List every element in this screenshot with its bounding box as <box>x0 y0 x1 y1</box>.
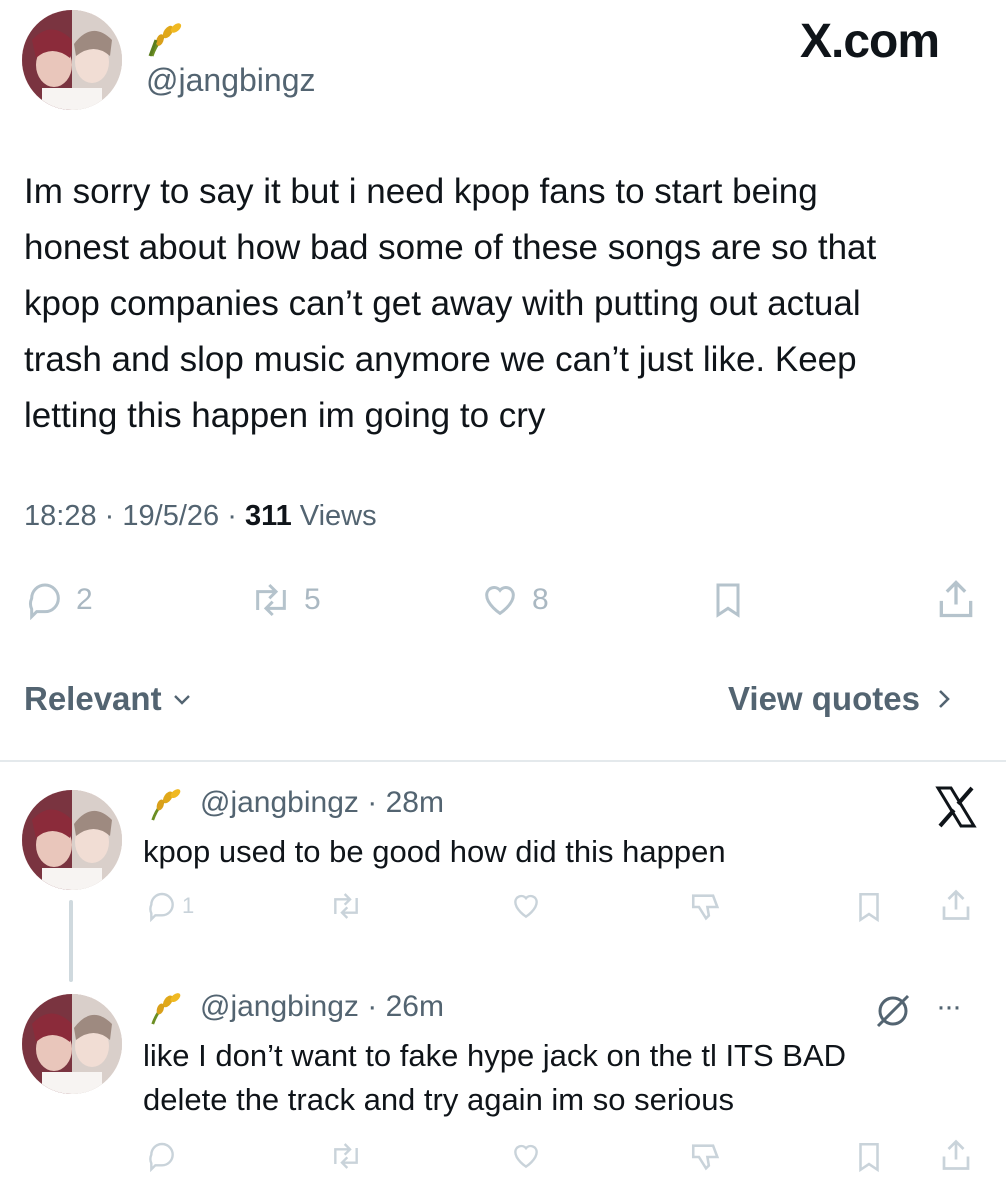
share-icon <box>939 580 973 618</box>
grok-icon[interactable] <box>874 992 912 1030</box>
reply-line: like I don’t want to fake hype jack on t… <box>143 1038 847 1073</box>
wheat-emoji-icon <box>146 990 186 1026</box>
repost-icon <box>248 580 294 620</box>
share-icon <box>942 1139 970 1170</box>
reply-time[interactable]: 28m <box>386 786 444 819</box>
repost-button[interactable] <box>328 1140 364 1172</box>
tweet-line: kpop companies can’t get away with putti… <box>24 284 861 323</box>
like-button[interactable]: 8 <box>478 580 549 620</box>
separator: · <box>367 990 378 1023</box>
reply-icon <box>149 1142 174 1172</box>
views-label: Views <box>299 500 377 532</box>
tweet-line: honest about how bad some of these songs… <box>24 228 877 267</box>
heart-icon <box>514 894 538 919</box>
reply-avatar[interactable] <box>22 994 122 1094</box>
tweet-text: Im sorry to say it but i need kpop fans … <box>24 164 994 444</box>
reply-text: kpop used to be good how did this happen <box>143 834 726 869</box>
share-button[interactable] <box>938 1136 974 1174</box>
sort-dropdown[interactable]: Relevant <box>24 680 194 718</box>
reply-icon <box>146 890 178 922</box>
reply-avatar[interactable] <box>22 790 122 890</box>
reply-meta: @jangbingz · 28m <box>200 786 444 820</box>
view-quotes-label: View quotes <box>728 680 920 717</box>
wheat-emoji-icon <box>146 786 186 822</box>
views-count: 311 <box>244 500 292 532</box>
repost-button[interactable]: 5 <box>248 580 321 620</box>
heart-icon <box>478 580 522 620</box>
more-options-button[interactable]: ··· <box>936 990 962 1024</box>
reply-actions <box>0 1139 1006 1180</box>
bookmark-icon <box>716 583 740 618</box>
reply-count: 2 <box>76 583 93 616</box>
separator: · <box>227 500 237 532</box>
bookmark-button[interactable] <box>852 1140 886 1174</box>
view-quotes-link[interactable]: View quotes <box>728 680 954 718</box>
downvote-button[interactable] <box>688 890 724 924</box>
separator: · <box>104 500 115 532</box>
x-brand-logo: X.com <box>800 15 940 68</box>
bookmark-button[interactable] <box>852 890 886 924</box>
x-logo-icon <box>934 786 978 833</box>
repost-icon <box>334 893 358 919</box>
share-button[interactable] <box>934 576 978 622</box>
like-button[interactable] <box>508 1140 544 1172</box>
divider <box>0 760 1006 762</box>
bookmark-icon <box>859 1142 879 1173</box>
like-count: 8 <box>532 583 549 616</box>
author-handle[interactable]: @jangbingz <box>146 62 315 99</box>
reply-time[interactable]: 26m <box>386 990 444 1023</box>
reply-line: delete the track and try again im so ser… <box>143 1082 735 1117</box>
bookmark-button[interactable] <box>708 578 748 622</box>
thumbs-down-icon <box>691 1144 720 1171</box>
repost-icon <box>334 1143 358 1169</box>
wheat-emoji-icon <box>146 20 186 58</box>
author-avatar[interactable] <box>22 10 122 110</box>
heart-icon <box>514 1144 538 1169</box>
tweet-line: trash and slop music anymore we can’t ju… <box>24 340 857 379</box>
tweet-date[interactable]: 19/5/26 <box>122 500 219 532</box>
sort-label: Relevant <box>24 680 162 717</box>
chevron-down-icon <box>170 687 194 711</box>
thumbs-down-icon <box>691 894 720 921</box>
share-button[interactable] <box>938 886 974 924</box>
bookmark-icon <box>859 892 879 923</box>
tweet-line: letting this happen im going to cry <box>24 396 546 435</box>
share-icon <box>942 889 970 920</box>
repost-count: 5 <box>304 583 321 616</box>
reply-handle[interactable]: @jangbingz <box>200 990 359 1023</box>
reply-actions: 1 <box>0 889 1006 930</box>
reply-handle[interactable]: @jangbingz <box>200 786 359 819</box>
downvote-button[interactable] <box>688 1140 724 1174</box>
reply-button[interactable]: 1 <box>146 890 194 922</box>
reply-count: 1 <box>182 893 195 918</box>
tweet-time[interactable]: 18:28 <box>24 500 97 532</box>
separator: · <box>367 786 378 819</box>
tweet-line: Im sorry to say it but i need kpop fans … <box>24 172 818 211</box>
reply-button[interactable]: 2 <box>24 580 93 620</box>
chevron-right-icon <box>934 686 954 712</box>
tweet-meta: 18:28 · 19/5/26 · 311 Views <box>24 500 377 533</box>
repost-button[interactable] <box>328 890 364 922</box>
reply-button[interactable] <box>146 1140 178 1172</box>
reply-meta: @jangbingz · 26m <box>200 990 444 1024</box>
reply-icon <box>24 580 66 620</box>
reply-text: like I don’t want to fake hype jack on t… <box>143 1034 846 1122</box>
like-button[interactable] <box>508 890 544 922</box>
